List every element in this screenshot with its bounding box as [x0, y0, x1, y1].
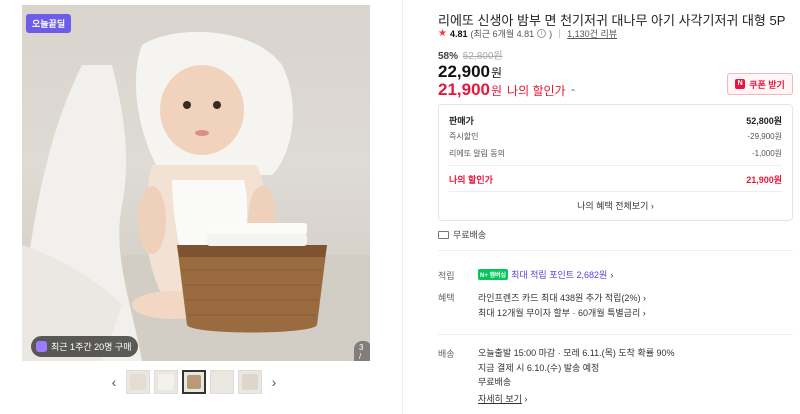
sale-price-unit: 원 — [491, 66, 503, 80]
breakdown-row-sale: 판매가 52,800원 — [449, 114, 782, 127]
free-shipping-row: 무료배송 — [438, 228, 486, 241]
chevron-right-icon: › — [650, 201, 654, 211]
breakdown-row-instant: 즉시할인 -29,900원 — [449, 131, 782, 142]
today-deal-tag: 오늘끝딜 — [26, 14, 72, 33]
sale-price-row: 22,900 원 — [438, 62, 502, 82]
product-main-image[interactable]: 오늘끝딜 최근 1주간 20명 구매 3 / 11 — [22, 5, 370, 361]
truck-icon — [438, 230, 449, 239]
points-label: 적립 — [438, 271, 455, 281]
image-page-indicator: 3 / 11 — [354, 341, 370, 361]
breakdown-value: -29,900원 — [747, 132, 783, 141]
breakdown-value: -1,000원 — [751, 149, 782, 158]
breakdown-label: 리에또 알림 동의 — [449, 149, 505, 158]
thumbnail-2[interactable] — [154, 370, 178, 394]
original-price: 52,800원 — [462, 51, 503, 62]
breakdown-row-my-price: 나의 할인가 21,900원 — [449, 173, 782, 186]
discount-row: 58% 52,800원 — [438, 47, 503, 62]
breakdown-value: 52,800원 — [746, 116, 782, 126]
my-price: 21,900 — [438, 80, 490, 99]
rating-detail: (최근 6개월 4.81 — [470, 29, 535, 39]
chevron-right-icon: › — [642, 293, 646, 303]
thumbnail-3-active[interactable] — [182, 370, 206, 394]
delivery-more-label: 자세히 보기 — [478, 394, 522, 404]
breakdown-row-alert: 리에또 알림 동의 -1,000원 — [449, 148, 782, 159]
rating-score: 4.81 — [449, 28, 468, 39]
section-divider — [438, 250, 793, 251]
benefits-label: 혜택 — [438, 293, 455, 303]
points-row[interactable]: N+ 멤버십 최대 적립 포인트 2,682원 › — [478, 268, 613, 281]
baby-photo-illustration — [22, 31, 370, 361]
free-shipping-text: 무료배송 — [453, 230, 487, 240]
delivery-line-2: 지금 결제 시 6.10.(수) 발송 예정 — [478, 363, 600, 373]
delivery-line-1: 오늘출발 15:00 마감 · 모레 6.11.(목) 도착 확률 90% — [478, 348, 675, 358]
breakdown-label: 즉시할인 — [449, 132, 479, 141]
thumbnail-4[interactable] — [210, 370, 234, 394]
sale-price: 22,900 — [438, 62, 490, 81]
review-count-link[interactable]: 1,130건 리뷰 — [567, 27, 617, 40]
breakdown-my-label: 나의 할인가 — [449, 175, 493, 185]
breakdown-divider-2 — [449, 191, 782, 192]
column-divider — [402, 0, 403, 414]
shopping-bag-icon — [36, 341, 47, 352]
chevron-right-icon: › — [610, 269, 614, 280]
breakdown-label: 판매가 — [449, 116, 474, 126]
delivery-line-3: 무료배송 — [478, 377, 512, 387]
recent-purchase-text: 최근 1주간 20명 구매 — [51, 342, 132, 352]
chevron-up-icon[interactable]: ⌃ — [570, 88, 577, 97]
points-text: 최대 적립 포인트 2,682원 — [511, 270, 608, 280]
star-icon: ★ — [438, 28, 447, 39]
rating-separator — [559, 29, 561, 38]
breakdown-divider — [449, 165, 782, 166]
benefit-line-1: 라인프렌즈 카드 최대 438원 추가 적립(2%) — [478, 293, 641, 303]
coupon-button-label: 쿠폰 받기 — [749, 79, 785, 90]
rating-row: ★ 4.81 (최근 6개월 4.81 i) 1,130건 리뷰 — [438, 27, 617, 40]
thumb-prev-arrow-icon[interactable]: ‹ — [106, 374, 122, 390]
thumbnail-5[interactable] — [238, 370, 262, 394]
section-divider — [438, 334, 793, 335]
delivery-label: 배송 — [438, 349, 455, 359]
all-benefits-label: 나의 혜택 전체보기 — [577, 201, 649, 211]
my-price-label: 나의 할인가 — [507, 84, 566, 98]
recent-purchase-badge: 최근 1주간 20명 구매 — [31, 336, 139, 357]
benefit-installment-line[interactable]: 최대 12개월 무이자 할부 · 60개월 특별금리 › — [478, 306, 646, 319]
info-icon[interactable]: i — [537, 29, 547, 38]
npay-membership-icon: N+ 멤버십 — [478, 269, 509, 280]
all-benefits-link[interactable]: 나의 혜택 전체보기 › — [439, 199, 792, 212]
thumbnail-1[interactable] — [126, 370, 150, 394]
discount-percent: 58% — [438, 51, 459, 62]
naver-n-icon: N — [735, 79, 746, 89]
delivery-more-link[interactable]: 자세히 보기 › — [478, 392, 527, 405]
chevron-right-icon: › — [524, 394, 528, 404]
benefit-card-line[interactable]: 라인프렌즈 카드 최대 438원 추가 적립(2%) › — [478, 291, 646, 304]
my-price-row[interactable]: 21,900 원 나의 할인가 ⌃ — [438, 80, 576, 100]
rating-close-paren: ) — [549, 28, 553, 39]
benefit-line-2: 최대 12개월 무이자 할부 · 60개월 특별금리 — [478, 308, 641, 318]
thumbnail-strip: ‹ › — [106, 368, 282, 396]
my-price-unit: 원 — [491, 84, 503, 98]
breakdown-my-value: 21,900원 — [746, 175, 782, 185]
price-breakdown-box: 판매가 52,800원 즉시할인 -29,900원 리에또 알림 동의 -1,0… — [438, 104, 793, 221]
thumb-next-arrow-icon[interactable]: › — [266, 374, 282, 390]
coupon-button[interactable]: N 쿠폰 받기 — [727, 73, 793, 95]
chevron-right-icon: › — [642, 308, 646, 318]
